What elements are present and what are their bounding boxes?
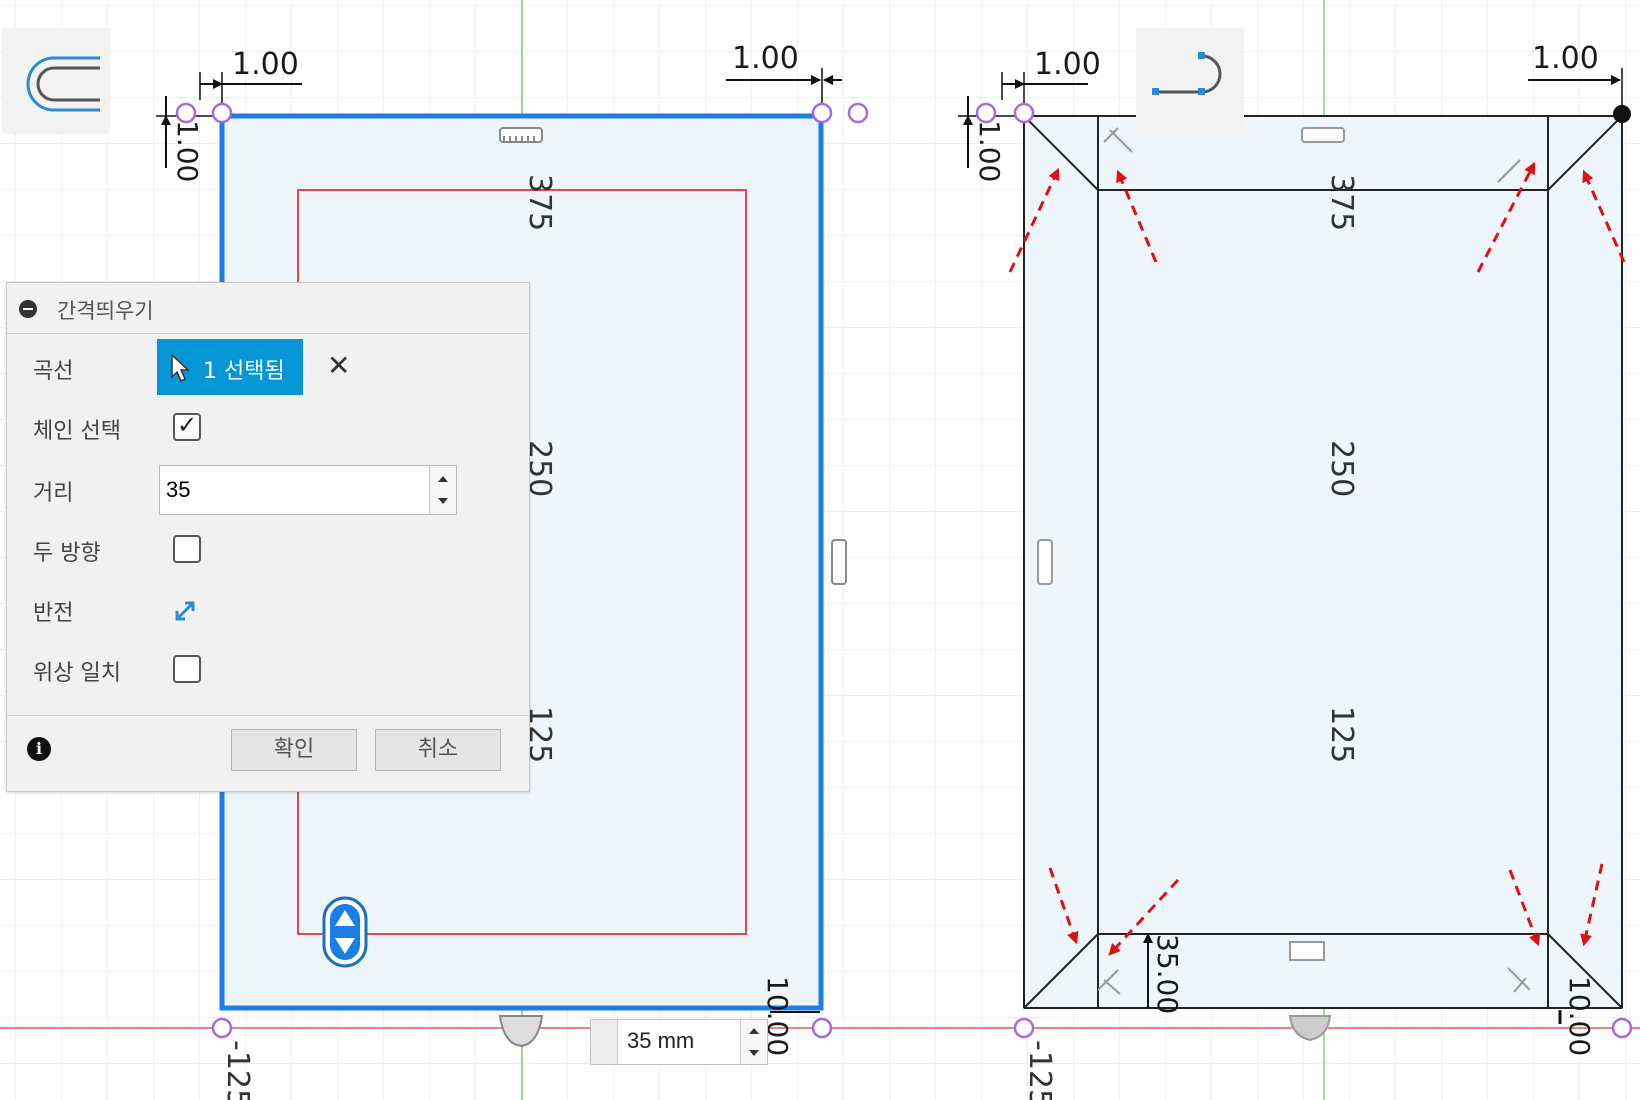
svg-text:35.00: 35.00 [1151, 934, 1184, 1014]
distance-field[interactable] [159, 465, 457, 515]
drag-grip[interactable] [591, 1020, 618, 1064]
right-grid-label-250: 250 [1324, 440, 1359, 497]
flip-arrows-icon [322, 896, 368, 968]
distance-inline-spinner[interactable] [740, 1020, 767, 1064]
right-grid-label-neg125: -125 [1022, 1040, 1057, 1100]
svg-text:1.00: 1.00 [171, 120, 204, 182]
offset-tool-icon [26, 56, 100, 112]
curve-selection-button[interactable]: 1 선택됨 [157, 339, 303, 395]
distance-label: 거리 [33, 481, 74, 506]
slot-tool-icon [1152, 52, 1222, 95]
horizontal-constraint-icon[interactable] [499, 127, 543, 143]
right-dim-offset[interactable]: 35.00 [1143, 933, 1184, 1014]
svg-text:10.00: 10.00 [1563, 976, 1596, 1056]
distance-spinner[interactable] [429, 466, 456, 514]
right-grid-label-125: 125 [1324, 706, 1359, 763]
svg-text:1.00: 1.00 [732, 41, 799, 76]
spinner-down-icon[interactable] [438, 498, 448, 504]
svg-text:1.00: 1.00 [1532, 41, 1599, 76]
distance-inline-input[interactable]: 35 mm [590, 1019, 768, 1065]
footer-divider [7, 715, 529, 716]
offset-tool-button[interactable] [2, 28, 110, 134]
info-icon[interactable]: i [27, 737, 51, 761]
spinner-down-icon[interactable] [749, 1050, 759, 1056]
both-directions-checkbox[interactable] [173, 535, 201, 563]
chain-selection-label: 체인 선택 [33, 419, 121, 444]
ok-button[interactable]: 확인 [231, 729, 357, 771]
both-directions-label: 두 방향 [33, 541, 101, 566]
chain-selection-checkbox[interactable] [173, 411, 201, 441]
flip-direction-icon[interactable] [171, 597, 199, 625]
collapse-icon[interactable] [19, 300, 37, 318]
offset-flip-manipulator[interactable] [322, 896, 368, 968]
selected-point[interactable] [1613, 105, 1631, 123]
selection-count: 1 선택됨 [203, 359, 285, 384]
curve-label: 곡선 [33, 359, 74, 384]
spinner-up-icon[interactable] [438, 476, 448, 482]
slot-tool-button[interactable] [1136, 28, 1244, 134]
topology-match-label: 위상 일치 [33, 661, 121, 686]
spinner-up-icon[interactable] [749, 1028, 759, 1034]
left-grid-label-neg125: -125 [220, 1040, 255, 1100]
dialog-header[interactable]: 간격띄우기 [7, 283, 529, 334]
svg-text:1.00: 1.00 [973, 120, 1006, 182]
vertical-constraint-icon[interactable] [831, 539, 847, 585]
svg-text:1.00: 1.00 [1034, 47, 1101, 82]
right-profile-fill [1024, 116, 1622, 1008]
svg-text:1.00: 1.00 [232, 47, 299, 82]
distance-inline-value[interactable]: 35 mm [627, 1028, 694, 1054]
right-dim-bottom-right[interactable]: 10.00 [1558, 976, 1596, 1056]
left-grid-label-375: 375 [522, 174, 557, 231]
right-grid-label-375: 375 [1324, 174, 1359, 231]
cursor-icon [171, 353, 190, 383]
cancel-button[interactable]: 취소 [375, 729, 501, 771]
clear-selection-icon[interactable]: ✕ [327, 349, 350, 382]
dialog-title: 간격띄우기 [57, 299, 154, 323]
flip-label: 반전 [33, 601, 74, 626]
topology-match-checkbox[interactable] [173, 655, 201, 683]
offset-dialog: 간격띄우기 곡선 1 선택됨 ✕ 체인 선택 거리 두 방향 반전 위상 일치 … [6, 282, 530, 792]
distance-input[interactable] [164, 474, 418, 506]
